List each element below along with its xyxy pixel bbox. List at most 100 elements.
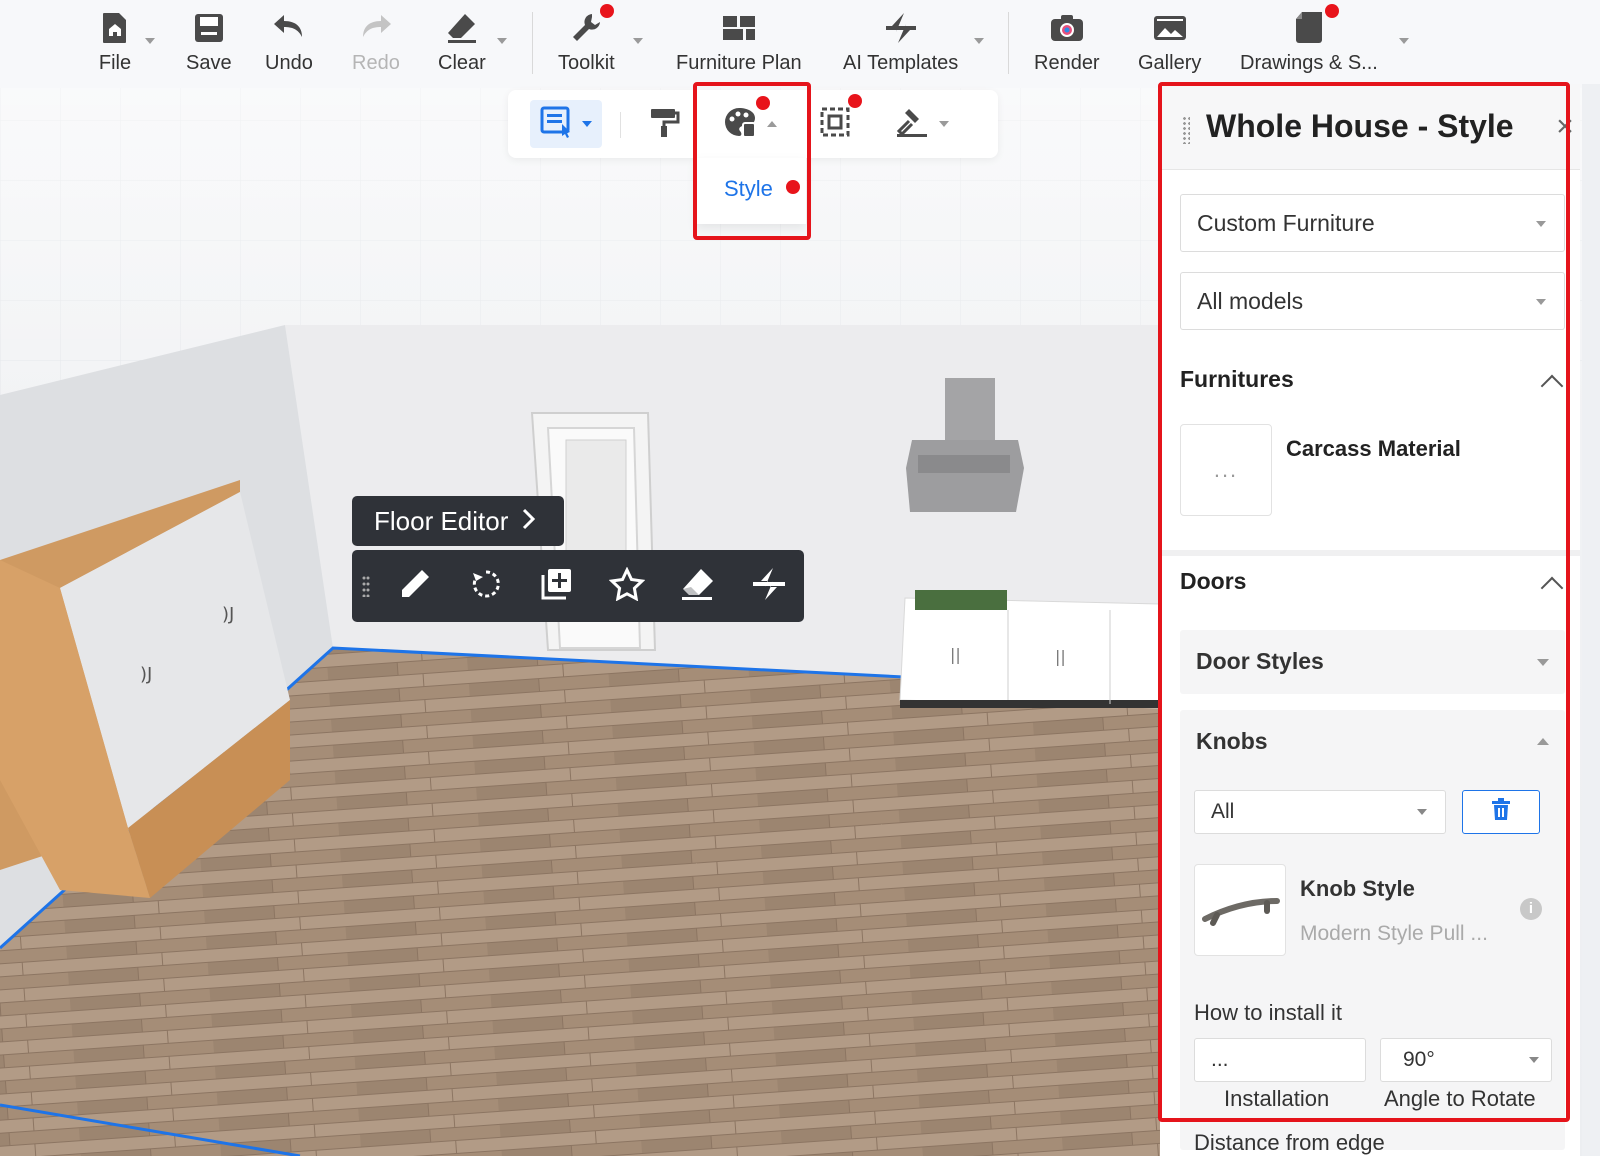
svg-text:||: ||	[950, 645, 961, 664]
select-mode-caret[interactable]	[582, 121, 592, 127]
door-styles-label: Door Styles	[1196, 648, 1324, 674]
edit-tool-button[interactable]	[380, 550, 451, 622]
render-label: Render	[1034, 52, 1100, 74]
carcass-material-label: Carcass Material	[1286, 436, 1461, 461]
furniture-plan-icon	[719, 8, 759, 48]
ai-templates-icon	[881, 8, 921, 48]
save-button[interactable]: Save	[186, 8, 232, 75]
knob-style-thumbnail[interactable]	[1194, 864, 1286, 956]
chevron-right-icon	[522, 506, 536, 537]
erase-tool-button[interactable]	[663, 550, 734, 622]
eraser-icon	[442, 8, 482, 48]
split-tool-button[interactable]	[733, 550, 804, 622]
installation-caption: Installation	[1224, 1086, 1330, 1111]
close-icon[interactable]: ×	[1550, 112, 1580, 142]
chevron-down-icon	[1529, 1057, 1539, 1063]
split-icon	[751, 566, 787, 607]
build-tool-button[interactable]	[880, 100, 964, 148]
toolkit-button[interactable]: Toolkit	[558, 8, 615, 75]
carcass-material-thumbnail[interactable]: ...	[1180, 424, 1272, 516]
redo-button[interactable]: Redo	[352, 8, 400, 75]
chevron-down-icon	[1536, 221, 1546, 227]
clear-dropdown-caret[interactable]	[497, 38, 507, 44]
redo-label: Redo	[352, 52, 400, 74]
model-dropdown-value: All models	[1197, 287, 1304, 314]
pencil-icon	[398, 567, 432, 606]
duplicate-tool-button[interactable]	[521, 550, 592, 622]
gallery-icon	[1150, 8, 1190, 48]
undo-button[interactable]: Undo	[265, 8, 313, 75]
drawings-dropdown-caret[interactable]	[1399, 38, 1409, 44]
furniture-plan-label: Furniture Plan	[676, 52, 802, 74]
angle-caption: Angle to Rotate	[1384, 1086, 1536, 1111]
group-select-icon	[819, 106, 851, 143]
clear-button[interactable]: Clear	[438, 8, 486, 75]
floor-editor-label: Floor Editor	[374, 505, 509, 536]
gallery-button[interactable]: Gallery	[1138, 8, 1201, 75]
palette-icon	[723, 106, 757, 143]
home-file-icon	[95, 8, 135, 48]
paint-roller-icon	[649, 106, 681, 143]
drawings-button[interactable]: Drawings & S...	[1240, 8, 1378, 75]
knob-filter-dropdown[interactable]: All	[1194, 790, 1446, 834]
svg-text:||: ||	[1055, 647, 1066, 666]
add-copy-icon	[539, 567, 573, 606]
style-menu-button[interactable]	[708, 100, 792, 148]
furniture-plan-button[interactable]: Furniture Plan	[676, 8, 802, 75]
camera-icon	[1047, 8, 1087, 48]
panel-header: Whole House - Style ×	[1160, 84, 1580, 170]
delete-knob-button[interactable]	[1462, 790, 1540, 834]
chevron-down-icon	[1537, 659, 1549, 666]
drawings-icon	[1289, 8, 1329, 48]
favorite-tool-button[interactable]	[592, 550, 663, 622]
style-menu-item[interactable]: Style	[724, 176, 773, 202]
save-label: Save	[186, 52, 232, 74]
chevron-down-icon	[1536, 299, 1546, 305]
secondary-toolbar	[508, 90, 998, 158]
category-dropdown[interactable]: Custom Furniture	[1180, 194, 1565, 252]
style-notification-dot	[756, 96, 770, 110]
collapse-furnitures-icon[interactable]	[1540, 374, 1564, 398]
style-side-panel: Whole House - Style × Custom Furniture A…	[1160, 84, 1580, 1156]
toolkit-label: Toolkit	[558, 52, 615, 74]
undo-icon	[269, 8, 309, 48]
panel-drag-handle-icon[interactable]	[1182, 116, 1190, 144]
build-tool-caret[interactable]	[939, 121, 949, 127]
svg-text:)J: )J	[222, 604, 234, 625]
angle-dropdown[interactable]: 90°	[1380, 1038, 1552, 1082]
toolkit-dropdown-caret[interactable]	[633, 38, 643, 44]
info-icon[interactable]: i	[1520, 898, 1542, 920]
paint-roller-button[interactable]	[638, 100, 692, 148]
ai-templates-button[interactable]: AI Templates	[843, 8, 958, 75]
ai-templates-dropdown-caret[interactable]	[974, 38, 984, 44]
select-mode-button[interactable]	[530, 100, 602, 148]
redo-icon	[356, 8, 396, 48]
chevron-down-icon	[1417, 809, 1427, 815]
style-menu-caret-up[interactable]	[767, 121, 777, 127]
collapse-doors-icon[interactable]	[1540, 576, 1564, 600]
toolbar-divider	[532, 12, 533, 74]
floor-editor-toolbar	[352, 550, 804, 622]
hammer-icon	[895, 106, 929, 143]
select-list-icon	[540, 106, 574, 143]
drag-handle-icon[interactable]	[352, 575, 380, 597]
file-button[interactable]: File	[95, 8, 135, 75]
floor-editor-button[interactable]: Floor Editor	[352, 496, 564, 546]
drawings-label: Drawings & S...	[1240, 52, 1378, 74]
model-dropdown[interactable]: All models	[1180, 272, 1565, 330]
door-styles-section[interactable]: Door Styles	[1180, 630, 1565, 694]
install-method-label: How to install it	[1194, 1000, 1342, 1025]
installation-input[interactable]: ...	[1194, 1038, 1366, 1082]
undo-label: Undo	[265, 52, 313, 74]
distance-from-edge-label: Distance from edge	[1194, 1130, 1385, 1155]
panel-scroll-track[interactable]	[1582, 84, 1600, 1156]
render-button[interactable]: Render	[1034, 8, 1100, 75]
ai-templates-label: AI Templates	[843, 52, 959, 74]
file-dropdown-caret[interactable]	[145, 38, 155, 44]
rotate-icon	[469, 567, 503, 606]
style-dropdown-menu: Style	[696, 158, 806, 224]
rotate-tool-button[interactable]	[450, 550, 521, 622]
trash-icon	[1491, 798, 1511, 826]
chevron-up-icon[interactable]	[1537, 738, 1549, 745]
knob-style-label: Knob Style	[1300, 876, 1415, 901]
